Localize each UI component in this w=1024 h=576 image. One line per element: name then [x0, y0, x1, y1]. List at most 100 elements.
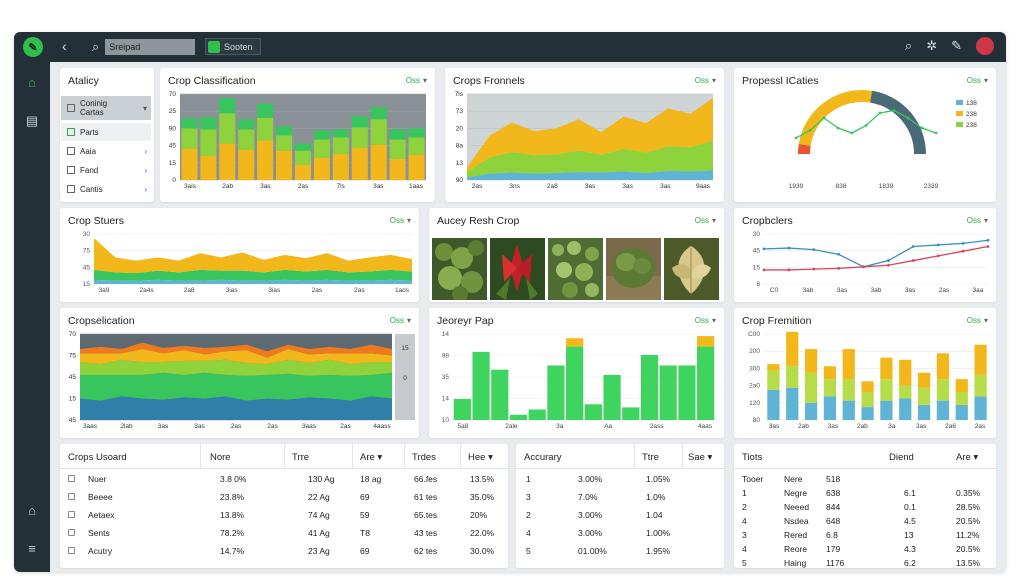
data-point	[934, 131, 938, 135]
column-header[interactable]: Diend	[889, 452, 914, 463]
x-tick-label: 3as	[622, 183, 633, 190]
bar-segment	[823, 379, 837, 397]
card-title: Propessl ICaties	[742, 75, 819, 87]
column-header[interactable]: Crops Usoard	[68, 452, 127, 463]
bar-segment	[861, 381, 874, 393]
x-tick-label: 3as	[916, 423, 927, 430]
column-header[interactable]: Trdes	[412, 452, 436, 463]
menu-icon[interactable]: ≡	[23, 540, 41, 558]
back-icon[interactable]: ‹	[62, 38, 67, 54]
x-tick-label: 1939	[789, 183, 804, 190]
menu-item-label: Cantis	[80, 184, 103, 194]
bar-segment	[823, 396, 837, 420]
x-tick-label: 2as	[231, 423, 242, 430]
data-point	[794, 136, 798, 140]
bar-segment	[842, 400, 855, 420]
table-cell: Sents	[88, 528, 110, 538]
search-input[interactable]	[105, 39, 196, 55]
menu-item-coninig[interactable]: Coninig Cartas ▾	[61, 96, 151, 120]
menu-item-parts[interactable]: Parts	[61, 123, 151, 141]
x-tick-label: 3as	[769, 423, 780, 430]
row-checkbox[interactable]	[68, 493, 75, 500]
row-checkbox[interactable]	[68, 529, 75, 536]
column-header[interactable]: Are ▾	[360, 452, 382, 463]
x-tick-label: 3ab	[803, 287, 814, 294]
y-tick-label: 15	[69, 396, 77, 403]
bar-segment	[786, 366, 799, 388]
y-tick-label: 90	[169, 125, 177, 132]
x-tick-label: 2a6	[945, 423, 956, 430]
data-point	[961, 249, 965, 253]
leafy-plant-photo[interactable]	[432, 238, 487, 300]
yellow-leaf-photo[interactable]	[664, 238, 719, 300]
bar-segment	[408, 154, 425, 180]
x-tick-label: 2ale	[505, 423, 518, 430]
filter-dropdown[interactable]: Oss ▾	[390, 316, 411, 325]
data-point	[887, 259, 890, 262]
jeoreyr-pap-chart: 14 98 35 14 10 5a8 2ale 3a Aa 2ass 4aas	[442, 331, 715, 430]
chevron-right-icon: ›	[144, 165, 147, 175]
card-title: Jeoreyr Pap	[437, 315, 494, 327]
bar-segment	[389, 158, 406, 180]
accuracy-table: Accurary Ttre Sae ▾ 1 3.00% 1.05% 3 7.0% 1.0% 2 3.…	[516, 444, 724, 568]
column-header[interactable]: Tiots	[742, 452, 762, 463]
y-tick-label: 14	[442, 331, 450, 338]
home-icon[interactable]: ⌂	[23, 74, 41, 92]
bar-segment	[408, 128, 425, 138]
herb-photo[interactable]	[548, 238, 603, 300]
red-flower-photo[interactable]	[490, 238, 545, 300]
avatar[interactable]	[976, 37, 994, 55]
menu-item-aaia[interactable]: Aaia ›	[61, 142, 151, 160]
row-checkbox[interactable]	[68, 511, 75, 518]
column-header[interactable]: Sae ▾	[688, 452, 712, 463]
bar-segment	[509, 414, 528, 420]
column-divider	[200, 444, 201, 468]
crops-fronnels-card: Crops Fronnels Oss ▾ 7ls 73 20 8a 13 90 2as 3ns 2…	[445, 68, 724, 202]
menu-item-fand[interactable]: Fand ›	[61, 161, 151, 179]
filter-dropdown[interactable]: Oss ▾	[967, 316, 988, 325]
table-cell: 23.8%	[220, 492, 245, 502]
settings-icon[interactable]: ✲	[926, 38, 937, 54]
x-tick-label: 1aos	[395, 287, 410, 294]
progress-cartes-card: Propessl ICaties Oss ▾ 138 238 238 1939 838 18…	[734, 68, 996, 202]
filter-dropdown[interactable]: Oss ▾	[967, 76, 988, 85]
item-icon	[67, 185, 75, 193]
column-header[interactable]: Ttre	[642, 452, 659, 463]
table-cell: 23 Ag	[308, 546, 330, 556]
column-header[interactable]: Hee ▾	[468, 452, 493, 463]
bar-segment	[528, 409, 546, 420]
house-icon[interactable]: ⌂	[23, 502, 41, 520]
table-cell: 59	[360, 510, 370, 520]
filter-dropdown[interactable]: Oss ▾	[406, 76, 427, 85]
table-cell: 4.3	[904, 544, 916, 554]
bar-segment	[955, 392, 968, 405]
column-header[interactable]: Trre	[292, 452, 309, 463]
bar-segment	[861, 407, 874, 420]
app-logo[interactable]: ✎	[23, 37, 43, 57]
gauge-arc	[798, 90, 873, 147]
book-icon[interactable]: ▤	[23, 112, 41, 130]
row-checkbox[interactable]	[68, 475, 75, 482]
row-checkbox[interactable]	[68, 547, 75, 554]
search-button[interactable]: Sooten	[205, 38, 261, 55]
filter-dropdown[interactable]: Oss ▾	[967, 216, 988, 225]
pin-icon[interactable]: ✎	[951, 38, 962, 54]
menu-item-cantis[interactable]: Cantis ›	[61, 180, 151, 198]
y-tick-label: 70	[169, 91, 177, 98]
search-icon[interactable]: ⌕	[905, 38, 912, 54]
column-header[interactable]: Accurary	[524, 452, 561, 463]
y-tick-label: 25	[169, 108, 177, 115]
filter-dropdown[interactable]: Oss ▾	[695, 216, 716, 225]
shrub-photo[interactable]	[606, 238, 661, 300]
filter-dropdown[interactable]: Oss ▾	[695, 76, 716, 85]
x-tick-label: 9aas	[696, 183, 711, 190]
bar-segment	[332, 137, 349, 154]
table-cell: 5	[526, 546, 531, 556]
filter-dropdown[interactable]: Oss ▾	[695, 316, 716, 325]
x-tick-label: 3a	[888, 423, 896, 430]
bar-segment	[181, 118, 198, 129]
filter-dropdown[interactable]: Oss ▾	[390, 216, 411, 225]
table-cell: 130 Ag	[308, 474, 335, 484]
column-header[interactable]: Are ▾	[956, 452, 978, 463]
column-header[interactable]: Nore	[210, 452, 231, 463]
